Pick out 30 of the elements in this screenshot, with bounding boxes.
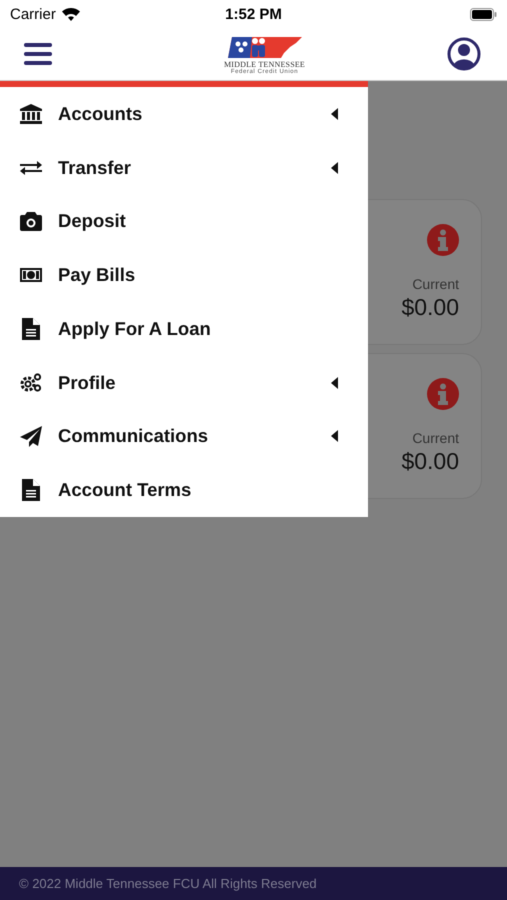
- document-icon: [22, 318, 40, 340]
- balance-amount: $0.00: [401, 294, 459, 321]
- balance-amount: $0.00: [401, 448, 459, 475]
- bank-icon: [20, 104, 42, 124]
- menu-item[interactable]: Deposit: [0, 194, 368, 248]
- menu-item[interactable]: Accounts: [0, 87, 368, 141]
- menu-item[interactable]: Account Terms: [0, 463, 368, 517]
- battery-icon: [470, 8, 497, 20]
- time-label: 1:52 PM: [225, 6, 282, 22]
- copyright-text: © 2022 Middle Tennessee FCU All Rights Reserved: [19, 876, 317, 891]
- money-icon: [20, 268, 42, 282]
- menu-item[interactable]: Apply For A Loan: [0, 302, 368, 356]
- balance-label: Current: [412, 430, 459, 446]
- wifi-icon: [62, 8, 80, 20]
- transfer-icon: [20, 160, 42, 176]
- info-icon: [427, 378, 459, 410]
- logo-name: MIDDLE TENNESSEE: [224, 60, 306, 68]
- menu-item[interactable]: Communications: [0, 410, 368, 464]
- menu-button[interactable]: [24, 42, 52, 66]
- profile-button[interactable]: [447, 37, 481, 71]
- paper-plane-icon: [20, 426, 42, 447]
- menu-item[interactable]: Pay Bills: [0, 248, 368, 302]
- camera-icon: [20, 212, 42, 231]
- info-icon: [427, 224, 459, 256]
- document-icon: [22, 479, 40, 502]
- menu-item[interactable]: Transfer: [0, 140, 368, 194]
- balance-label: Current: [412, 276, 459, 292]
- gears-icon: [20, 372, 42, 393]
- menu-item[interactable]: Profile: [0, 356, 368, 410]
- carrier-label: Carrier: [10, 6, 56, 22]
